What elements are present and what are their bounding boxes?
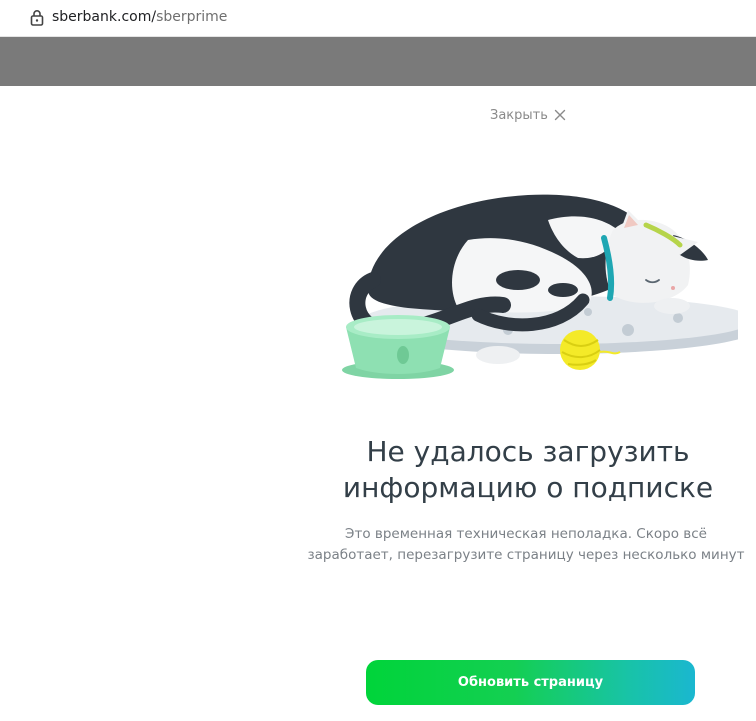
error-description: Это временная техническая неполадка. Ско… bbox=[296, 524, 756, 566]
error-title-line-1: Не удалось загрузить bbox=[366, 435, 690, 468]
close-button[interactable]: Закрыть bbox=[490, 104, 566, 126]
error-title-line-2: информацию о подписке bbox=[342, 471, 714, 504]
modal-backdrop bbox=[0, 37, 756, 86]
address-bar[interactable]: sberbank.com/sberprime bbox=[0, 0, 756, 37]
refresh-page-button[interactable]: Обновить страницу bbox=[366, 660, 695, 705]
lock-icon bbox=[30, 10, 44, 26]
close-icon[interactable] bbox=[554, 109, 566, 121]
url-text[interactable]: sberbank.com/sberprime bbox=[52, 8, 227, 26]
error-description-line-1: Это временная техническая неполадка. Ско… bbox=[345, 526, 707, 542]
url-domain: sberbank.com/ bbox=[52, 9, 157, 25]
close-label: Закрыть bbox=[490, 107, 548, 123]
bowl-shape bbox=[342, 315, 454, 379]
url-path: sberprime bbox=[156, 9, 228, 25]
error-title: Не удалось загрузить информацию о подпис… bbox=[296, 434, 756, 506]
error-description-line-2: заработает, перезагрузите страницу через… bbox=[307, 547, 745, 563]
sleeping-cat-illustration bbox=[342, 194, 738, 379]
